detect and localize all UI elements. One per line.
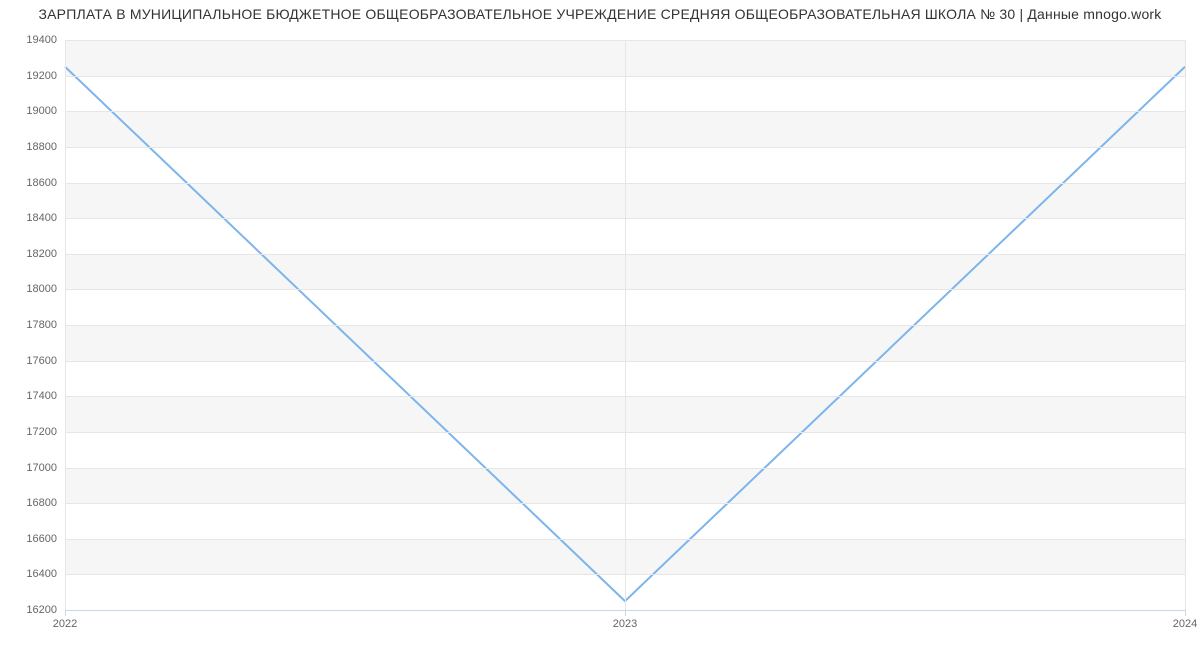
x-tick [1185, 610, 1186, 616]
y-tick-label: 18600 [26, 177, 57, 189]
plot-area: 1620016400166001680017000172001740017600… [65, 40, 1185, 610]
y-tick-label: 19200 [26, 70, 57, 82]
y-tick-label: 17800 [26, 319, 57, 331]
y-tick-label: 16600 [26, 533, 57, 545]
chart-container: ЗАРПЛАТА В МУНИЦИПАЛЬНОЕ БЮДЖЕТНОЕ ОБЩЕО… [0, 0, 1200, 650]
x-gridline [625, 40, 626, 610]
y-tick-label: 19400 [26, 34, 57, 46]
y-tick-label: 19000 [26, 105, 57, 117]
x-tick-label: 2024 [1173, 618, 1197, 630]
x-gridline [1185, 40, 1186, 610]
chart-title: ЗАРПЛАТА В МУНИЦИПАЛЬНОЕ БЮДЖЕТНОЕ ОБЩЕО… [0, 6, 1200, 22]
y-tick-label: 18400 [26, 212, 57, 224]
x-axis-line [65, 610, 1185, 611]
y-tick-label: 17600 [26, 355, 57, 367]
y-tick-label: 18000 [26, 283, 57, 295]
y-tick-label: 17000 [26, 462, 57, 474]
y-tick-label: 18200 [26, 248, 57, 260]
y-tick-label: 17200 [26, 426, 57, 438]
y-tick-label: 16400 [26, 568, 57, 580]
x-tick-label: 2022 [53, 618, 77, 630]
y-tick-label: 16800 [26, 497, 57, 509]
x-tick-label: 2023 [613, 618, 637, 630]
y-tick-label: 18800 [26, 141, 57, 153]
x-gridline [65, 40, 66, 610]
y-tick-label: 17400 [26, 390, 57, 402]
y-tick-label: 16200 [26, 604, 57, 616]
